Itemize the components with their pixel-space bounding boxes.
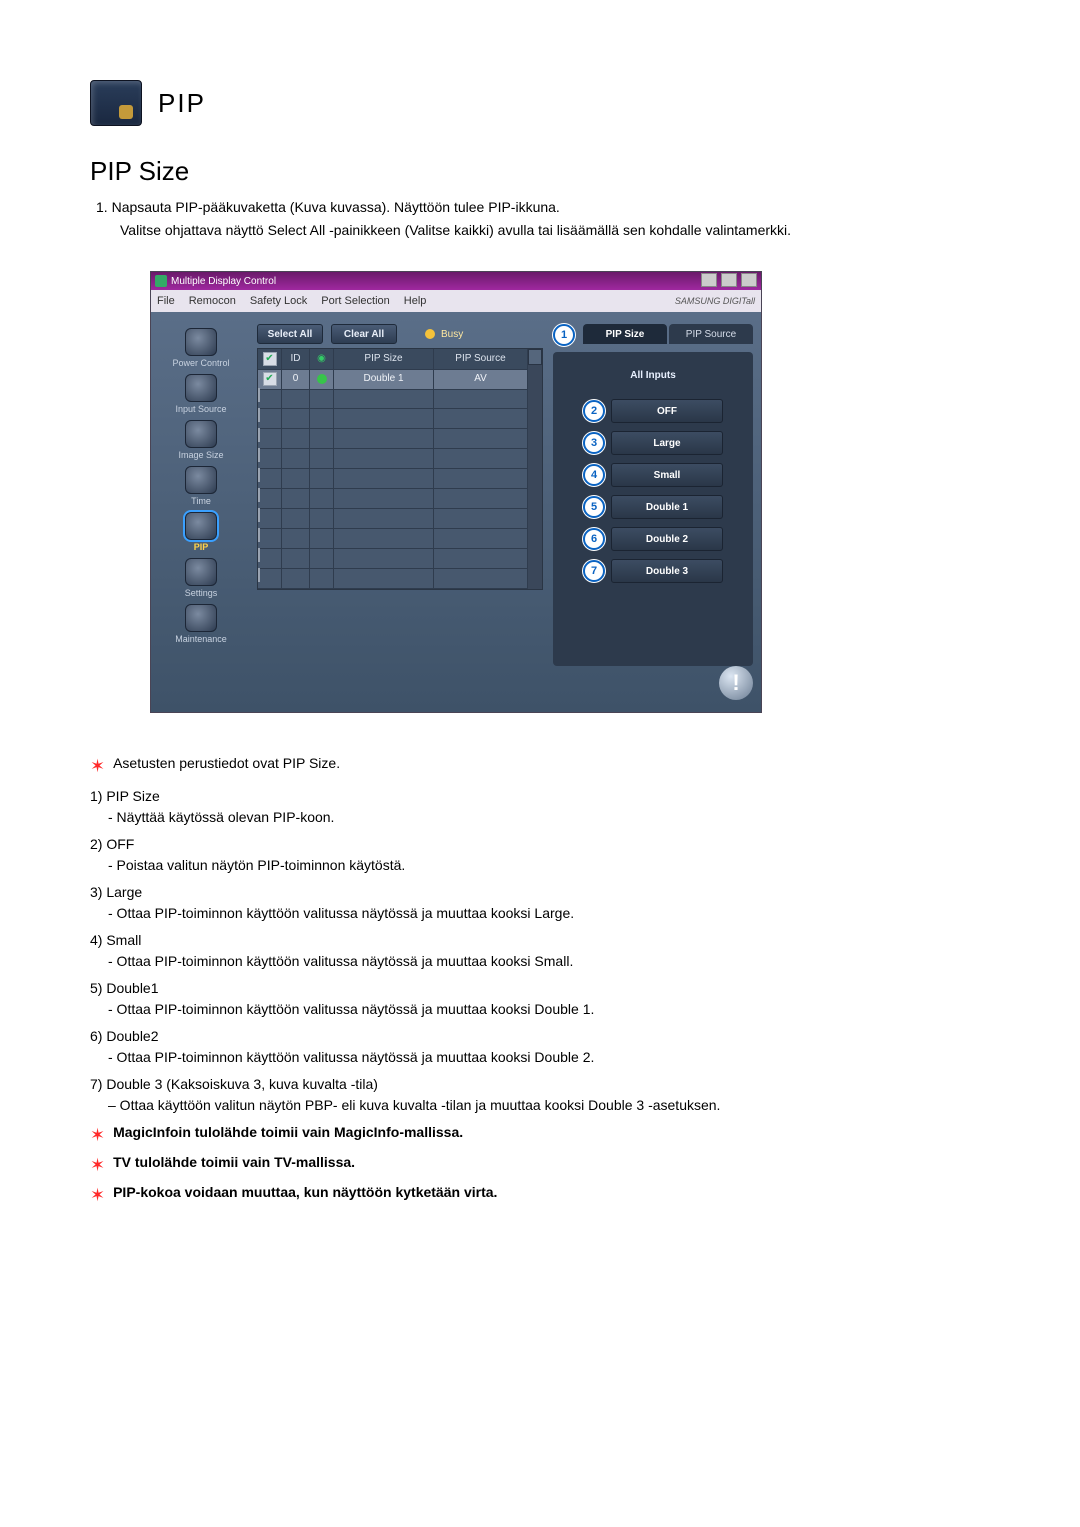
grid-empty-row [258,469,542,489]
brand-label: SAMSUNG DIGITall [675,296,755,306]
sidebar: Power Control Input Source Image Size Ti… [151,312,251,712]
opt-double1[interactable]: Double 1 [611,495,723,519]
right-tabs: 1 PIP Size PIP Source [553,324,753,346]
opt-double3[interactable]: Double 3 [611,559,723,583]
callout-1: 1 [553,324,575,346]
grid-empty-row [258,429,542,449]
col-pip-size: PIP Size [334,349,434,370]
menu-port-selection[interactable]: Port Selection [321,295,389,307]
notes: ✶Asetusten perustiedot ovat PIP Size. 1)… [90,753,990,1209]
cell-id: 0 [282,369,310,390]
grid-empty-row [258,449,542,469]
options-panel: All Inputs 2OFF 3Large 4Small 5Double 1 … [553,352,753,666]
nav-image[interactable]: Image Size [178,420,223,460]
select-all-button[interactable]: Select All [257,324,323,344]
grid-empty-row [258,489,542,509]
grid-empty-row [258,509,542,529]
footer-note-1: MagicInfoin tulolähde toimii vain MagicI… [113,1122,463,1143]
panel-header: All Inputs [630,370,676,381]
grid-empty-row [258,529,542,549]
opt-off[interactable]: OFF [611,399,723,423]
opt-double2[interactable]: Double 2 [611,527,723,551]
intro-num: 1. [96,199,108,215]
scrollbar[interactable] [528,349,542,589]
col-id: ID [282,349,310,370]
grid-row[interactable]: 0 Double 1 AV [258,369,542,389]
menu-file[interactable]: File [157,295,175,307]
star-icon: ✶ [90,753,105,780]
col-pip-source: PIP Source [434,349,528,370]
section-title-row: PIP [90,80,990,126]
callout-5: 5 [583,496,605,518]
star-icon: ✶ [90,1182,105,1209]
grid-empty-row [258,389,542,409]
callout-4: 4 [583,464,605,486]
callout-2: 2 [583,400,605,422]
row-checkbox[interactable] [263,372,277,386]
nav-maintenance[interactable]: Maintenance [175,604,227,644]
intro-line1: Napsauta PIP-pääkuvaketta (Kuva kuvassa)… [112,199,560,215]
star-icon: ✶ [90,1152,105,1179]
note-intro: Asetusten perustiedot ovat PIP Size. [113,753,340,774]
app-screenshot: Multiple Display Control File Remocon Sa… [150,271,762,713]
menu-safety-lock[interactable]: Safety Lock [250,295,307,307]
section-heading: PIP Size [90,156,990,187]
grid-empty-row [258,569,542,589]
callout-3: 3 [583,432,605,454]
callout-7: 7 [583,560,605,582]
nav-input[interactable]: Input Source [175,374,226,414]
scroll-up-icon[interactable] [528,349,542,365]
callout-6: 6 [583,528,605,550]
intro-line2: Valitse ohjattava näyttö Select All -pai… [120,220,990,241]
grid-header: ID ◉ PIP Size PIP Source [258,349,542,369]
star-icon: ✶ [90,1122,105,1149]
nav-pip[interactable]: PIP [185,512,217,552]
toolbar: Select All Clear All Busy [257,324,543,344]
page-title: PIP [158,88,206,119]
nav-settings[interactable]: Settings [185,558,218,598]
info-icon[interactable]: ! [719,666,753,700]
intro-list: 1. Napsauta PIP-pääkuvaketta (Kuva kuvas… [96,197,990,241]
close-button[interactable] [741,273,757,287]
nav-time[interactable]: Time [185,466,217,506]
status-dot-icon [317,374,327,384]
nav-power[interactable]: Power Control [172,328,229,368]
opt-small[interactable]: Small [611,463,723,487]
window-title: Multiple Display Control [171,276,276,287]
tab-pip-source[interactable]: PIP Source [669,324,753,344]
maximize-button[interactable] [721,273,737,287]
clear-all-button[interactable]: Clear All [331,324,397,344]
menu-remocon[interactable]: Remocon [189,295,236,307]
grid-empty-row [258,549,542,569]
minimize-button[interactable] [701,273,717,287]
cell-pip-source: AV [434,369,528,390]
app-icon [155,275,167,287]
menu-help[interactable]: Help [404,295,427,307]
busy-dot-icon [425,329,435,339]
pip-icon [90,80,142,126]
display-grid: ID ◉ PIP Size PIP Source 0 Double 1 AV [257,348,543,590]
cell-pip-size: Double 1 [334,369,434,390]
col-status-icon: ◉ [310,349,334,370]
busy-indicator: Busy [425,329,463,340]
footer-note-3: PIP-kokoa voidaan muuttaa, kun näyttöön … [113,1182,497,1203]
opt-large[interactable]: Large [611,431,723,455]
header-checkbox[interactable] [263,352,277,366]
grid-empty-row [258,409,542,429]
footer-note-2: TV tulolähde toimii vain TV-mallissa. [113,1152,355,1173]
tab-pip-size[interactable]: PIP Size [583,324,667,344]
menubar: File Remocon Safety Lock Port Selection … [151,290,761,312]
window-titlebar: Multiple Display Control [151,272,761,290]
